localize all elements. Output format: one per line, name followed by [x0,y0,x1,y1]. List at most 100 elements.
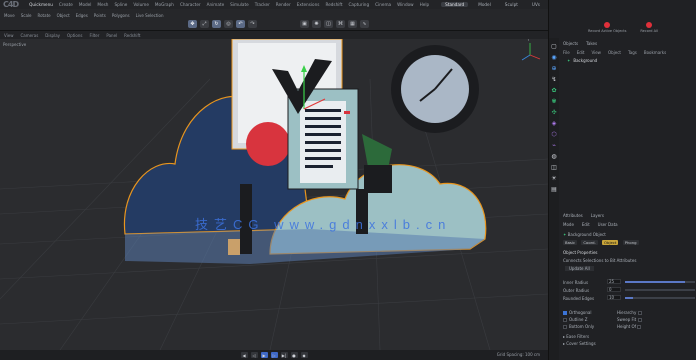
tab-objects[interactable]: Objects [563,41,578,46]
play-back-icon[interactable]: ◀ [240,352,248,358]
menu-capturing[interactable]: Capturing [348,2,369,7]
light-icon[interactable]: ☀ [550,174,558,182]
play-end-icon[interactable]: ▶| [280,352,288,358]
menu-model[interactable]: Model [79,2,92,7]
vp-menu-view[interactable]: View [4,33,14,38]
subtab-object[interactable]: Object [602,240,619,245]
sphere-icon[interactable]: ◉ [550,53,558,61]
cloner-icon[interactable]: ✾ [550,97,558,105]
menu-volume[interactable]: Volume [133,2,149,7]
undo-icon[interactable]: ↶ [236,20,245,28]
vp-menu-cameras[interactable]: Cameras [21,33,39,38]
toolbar-polygons[interactable]: Polygons [112,13,130,18]
vp-menu-panel[interactable]: Panel [106,33,117,38]
menu-spline[interactable]: Spline [114,2,127,7]
menu-help[interactable]: Help [420,2,430,7]
toolbar-object[interactable]: Object [57,13,70,18]
toolbar-rotate[interactable]: Rotate [38,13,51,18]
vp-menu-options[interactable]: Options [67,33,82,38]
cube-icon[interactable]: ▣ [300,20,309,28]
mode-tab-sculpt[interactable]: Sculpt [501,2,522,7]
tab-layers[interactable]: Layers [591,213,604,218]
app-title[interactable]: Quickmenu [29,2,53,7]
select-icon[interactable]: ◎ [224,20,233,28]
toolbar-live-selection[interactable]: Live Selection [136,13,164,18]
move-icon[interactable]: ✥ [188,20,197,28]
check-orthogonal[interactable]: Orthogonal [563,310,591,315]
check-height-of[interactable]: Height Of [617,324,643,329]
record-icon[interactable]: ● [290,352,298,358]
om-menu-file[interactable]: File [563,50,570,55]
deformer-icon[interactable]: ⌘ [336,20,345,28]
record-active-objects-button[interactable]: Record Active Objects [588,21,626,33]
param-outer-radius-field[interactable]: 0 [607,287,621,292]
vp-menu-redshift[interactable]: Redshift [124,33,140,38]
menu-redshift[interactable]: Redshift [325,2,342,7]
param-rounded-edges-slider[interactable] [625,297,695,299]
group-cover-settings[interactable]: ▸ Cover Settings [563,341,596,346]
menu-cinema[interactable]: Cinema [375,2,391,7]
mode-tab-standard[interactable]: Standard [441,2,469,7]
param-inner-radius-slider[interactable] [625,281,695,283]
frame-forward-icon[interactable]: ▷ [270,352,278,358]
scene-icon[interactable]: ▤ [550,185,558,193]
spline-icon[interactable]: ↯ [550,75,558,83]
frame-back-icon[interactable]: ◁ [250,352,258,358]
cube-icon[interactable]: ▢ [550,42,558,50]
mode-tab-model[interactable]: Model [474,2,495,7]
menu-character[interactable]: Character [180,2,201,7]
mode-tab-uvs[interactable]: UVs [528,2,544,7]
tag-icon[interactable]: ⌁ [550,141,558,149]
check-sweep-fit[interactable]: Sweep Fit [617,317,644,322]
om-menu-tags[interactable]: Tags [628,50,637,55]
om-menu-edit[interactable]: Edit [577,50,585,55]
camera-icon[interactable]: ◫ [550,163,558,171]
subtab-coord[interactable]: Coord. [581,240,598,245]
check-bottom-only[interactable]: Bottom Only [563,324,594,329]
vp-menu-display[interactable]: Display [45,33,60,38]
attr-menu-mode[interactable]: Mode [563,222,574,227]
check-outline-z[interactable]: Outline Z [563,317,587,322]
menu-window[interactable]: Window [397,2,414,7]
menu-animate[interactable]: Animate [207,2,225,7]
toolbar-scale[interactable]: Scale [21,13,32,18]
globe-icon[interactable]: ◍ [550,152,558,160]
viewport[interactable]: Perspective Default Camera [0,39,548,350]
camera-icon[interactable]: ◫ [324,20,333,28]
om-menu-view[interactable]: View [591,50,601,55]
object-row-background[interactable]: ✦ Background [567,58,597,63]
light-icon[interactable]: ✺ [312,20,321,28]
spline-icon[interactable]: ∿ [360,20,369,28]
toolbar-move[interactable]: Move [4,13,15,18]
tab-takes[interactable]: Takes [586,41,597,46]
vp-menu-filter[interactable]: Filter [89,33,99,38]
attr-menu-userdata[interactable]: User Data [598,222,618,227]
subtab-phong[interactable]: Phong [622,240,639,245]
toolbar-edges[interactable]: Edges [76,13,88,18]
generator-icon[interactable]: ✿ [550,86,558,94]
subtab-basic[interactable]: Basic [563,240,578,245]
param-outer-radius-slider[interactable] [625,289,695,291]
deformer-icon[interactable]: ✣ [550,108,558,116]
menu-create[interactable]: Create [59,2,73,7]
rotate-icon[interactable]: ↻ [212,20,221,28]
menu-mograph[interactable]: MoGraph [155,2,174,7]
field-icon[interactable]: ⬡ [550,130,558,138]
group-ease-filters[interactable]: ▸ Ease Filters [563,334,589,339]
param-inner-radius-field[interactable]: 25 [607,279,621,284]
check-hierarchy[interactable]: Hierarchy [617,310,644,315]
param-rounded-edges-field[interactable]: 10 [607,295,621,300]
play-icon[interactable]: ▶ [260,352,268,358]
update-all-button[interactable]: Update All [565,266,594,271]
toolbar-points[interactable]: Points [94,13,106,18]
om-menu-object[interactable]: Object [608,50,621,55]
keyframe-icon[interactable]: ◆ [300,352,308,358]
grid-icon[interactable]: ▦ [348,20,357,28]
record-all-button[interactable]: Record All [640,21,658,33]
cylinder-icon[interactable]: ⊕ [550,64,558,72]
tab-attributes[interactable]: Attributes [563,213,583,218]
menu-extensions[interactable]: Extensions [297,2,320,7]
menu-mesh[interactable]: Mesh [97,2,108,7]
menu-simulate[interactable]: Simulate [230,2,249,7]
scale-icon[interactable]: ⤢ [200,20,209,28]
